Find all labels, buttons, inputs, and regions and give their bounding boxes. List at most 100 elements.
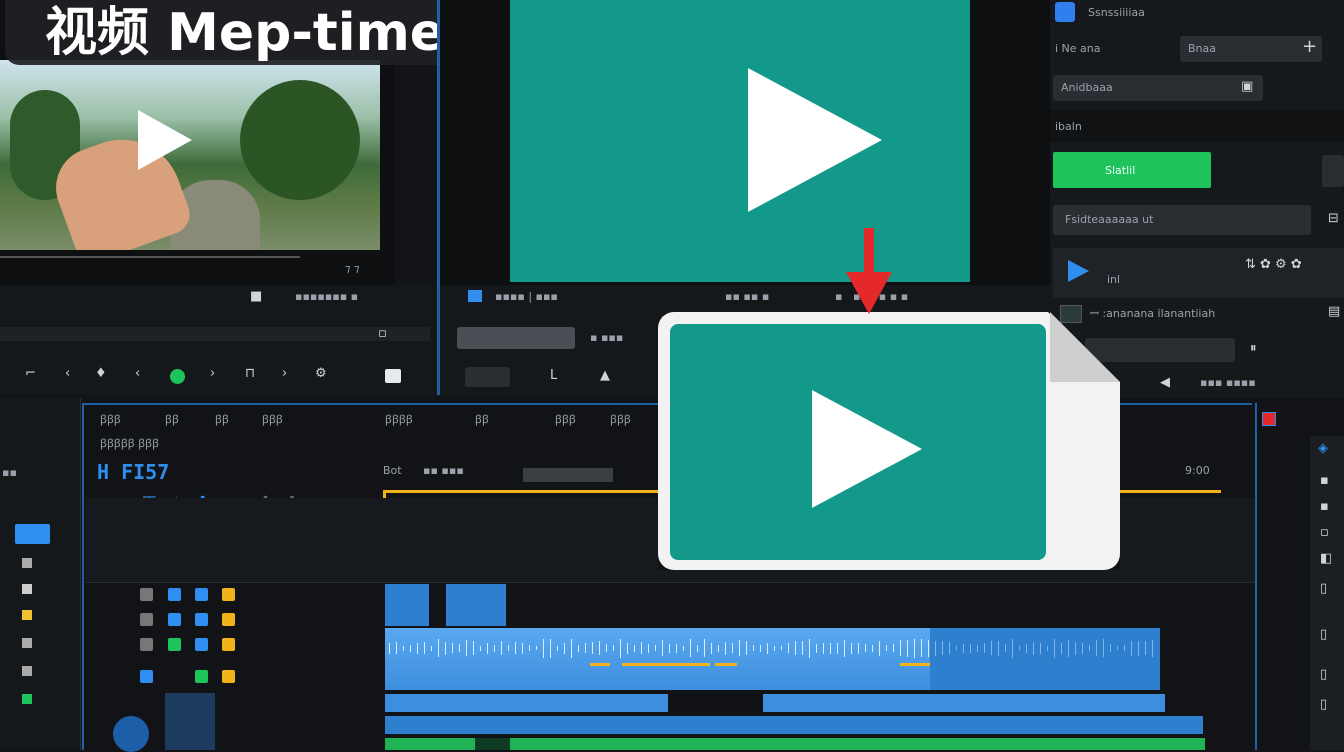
- slip-tool-icon[interactable]: ◧: [1320, 552, 1332, 566]
- ruler-start-label: Bot: [383, 464, 402, 477]
- mark-out-icon[interactable]: ›: [210, 367, 215, 381]
- track-target-button[interactable]: [113, 716, 149, 752]
- track-tool-5[interactable]: [22, 666, 32, 676]
- program-tab-icon[interactable]: [468, 290, 482, 302]
- track-select-tool-icon[interactable]: ▪: [1320, 474, 1329, 488]
- waveform-tick: [613, 645, 614, 651]
- waveform-tick: [1054, 638, 1055, 658]
- panel-app-icon: [1055, 2, 1075, 22]
- track-tool-3[interactable]: [22, 610, 32, 620]
- clip-v2-b[interactable]: [446, 584, 506, 626]
- play-icon[interactable]: [130, 105, 200, 175]
- file-corner-fold: [1050, 312, 1120, 382]
- ripple-tool-icon[interactable]: ▪: [1320, 500, 1329, 514]
- waveform-tick: [606, 644, 607, 652]
- go-to-in-icon[interactable]: ‹: [135, 367, 140, 381]
- waveform-tick: [620, 638, 621, 658]
- tool-c[interactable]: ꞵꞵ: [215, 412, 229, 427]
- tool-record-icon[interactable]: [1262, 412, 1276, 426]
- track-selector[interactable]: [15, 524, 50, 544]
- waveform-tick: [900, 640, 901, 656]
- waveform-tick: [459, 644, 460, 652]
- waveform-tick: [781, 646, 782, 650]
- row2-field-label: Anidbaaa: [1061, 81, 1113, 94]
- track-tool-6[interactable]: [22, 694, 32, 704]
- track-tool-4[interactable]: [22, 638, 32, 648]
- clip-a1[interactable]: [385, 694, 1165, 712]
- floating-file[interactable]: [658, 312, 1120, 570]
- apply-button[interactable]: Slatlil: [1053, 152, 1211, 188]
- waveform-tick: [977, 644, 978, 652]
- file-play-icon: [812, 390, 922, 508]
- add-icon[interactable]: +: [1302, 38, 1317, 56]
- program-play-icon[interactable]: [740, 60, 890, 220]
- tool-a[interactable]: ꞵꞵꞵ: [100, 412, 121, 427]
- waveform-tick: [1040, 642, 1041, 654]
- mark-in-icon[interactable]: ♦: [95, 367, 107, 381]
- razor-tool-icon[interactable]: ▫: [1320, 526, 1329, 540]
- panel-tool-icon[interactable]: ▤: [1328, 305, 1340, 319]
- waveform-tick: [1152, 639, 1153, 657]
- waveform-tick: [760, 644, 761, 652]
- clipboard-icon[interactable]: ▣: [1241, 80, 1253, 94]
- selection-tool-icon[interactable]: ◈: [1318, 442, 1328, 456]
- settings-icon[interactable]: ⚙: [315, 367, 327, 381]
- text-tool-icon[interactable]: ▯: [1320, 668, 1327, 682]
- track-tool-1[interactable]: [22, 558, 32, 568]
- clip-a2[interactable]: [385, 716, 1203, 734]
- clip-v2-a[interactable]: [385, 584, 429, 626]
- panel-next-label[interactable]: ▪▪▪ ▪▪▪▪: [1200, 376, 1256, 389]
- tool-e[interactable]: ꞵꞵꞵꞵ: [385, 412, 413, 427]
- stop-icon[interactable]: ■: [250, 290, 262, 304]
- zoom-tool-icon[interactable]: ▯: [1320, 698, 1327, 712]
- row1-dropdown[interactable]: Bnaa +: [1180, 36, 1322, 62]
- pause-icon[interactable]: ⏸: [1250, 342, 1257, 356]
- timeline-timecode[interactable]: H FI57: [97, 460, 169, 484]
- tool-h[interactable]: ꞵꞵꞵ: [610, 412, 631, 427]
- program-step-button[interactable]: [465, 367, 510, 387]
- transport-play-icon[interactable]: [1065, 258, 1091, 284]
- waveform-tick: [949, 642, 950, 654]
- waveform-tick: [522, 642, 523, 654]
- program-zoom-select[interactable]: [457, 327, 575, 349]
- tool-b[interactable]: ꞵꞵ: [165, 412, 179, 427]
- tool-d[interactable]: ꞵꞵꞵ: [262, 412, 283, 427]
- waveform-tick: [641, 642, 642, 654]
- tool-g[interactable]: ꞵꞵꞵ: [555, 412, 576, 427]
- step-back-icon[interactable]: ‹: [65, 367, 70, 381]
- tool-f[interactable]: ꞵꞵ: [475, 412, 489, 427]
- program-bracket-icon[interactable]: L: [550, 369, 557, 383]
- waveform-tick: [529, 645, 530, 651]
- panel-prev-icon[interactable]: ◀: [1160, 376, 1170, 390]
- add-icon[interactable]: [170, 369, 185, 384]
- program-tab-label[interactable]: ▪▪▪▪ | ▪▪▪: [495, 290, 558, 303]
- program-toolbar-mid: ▪▪ ▪▪ ▪: [725, 290, 770, 303]
- trim-icon[interactable]: ⊓: [245, 367, 255, 381]
- program-up-icon[interactable]: ▲: [600, 369, 610, 383]
- step-fwd-icon[interactable]: ›: [282, 367, 287, 381]
- expand-icon[interactable]: ⊟: [1328, 212, 1339, 226]
- waveform-tick: [1047, 645, 1048, 651]
- hand-tool-icon[interactable]: ▯: [1320, 628, 1327, 642]
- waveform-tick: [823, 642, 824, 654]
- waveform-tick: [599, 641, 600, 655]
- waveform-tick: [697, 644, 698, 652]
- waveform-tick: [753, 645, 754, 651]
- program-video-frame[interactable]: [510, 0, 970, 282]
- waveform-tick: [991, 641, 992, 655]
- side-button[interactable]: [1322, 155, 1344, 187]
- track-tool-2[interactable]: [22, 584, 32, 594]
- program-quality[interactable]: ▪ ▪▪▪: [590, 331, 623, 344]
- pen-tool-icon[interactable]: ▯: [1320, 582, 1327, 596]
- waveform-tick: [1082, 642, 1083, 654]
- waveform-tick: [634, 644, 635, 652]
- source-video-frame[interactable]: [0, 60, 380, 250]
- waveform-tick: [746, 641, 747, 655]
- waveform-tick: [690, 639, 691, 657]
- row2-field[interactable]: Anidbaaa ▣: [1053, 75, 1263, 101]
- bracket-icon[interactable]: ⌐: [25, 367, 36, 381]
- transport-tools-icon[interactable]: ⇅ ✿ ⚙ ✿: [1245, 258, 1302, 272]
- marker-icon[interactable]: ▫: [378, 327, 387, 341]
- export-frame-icon[interactable]: [385, 369, 401, 383]
- name-field[interactable]: Fsidteaaaaaa ut: [1053, 205, 1311, 235]
